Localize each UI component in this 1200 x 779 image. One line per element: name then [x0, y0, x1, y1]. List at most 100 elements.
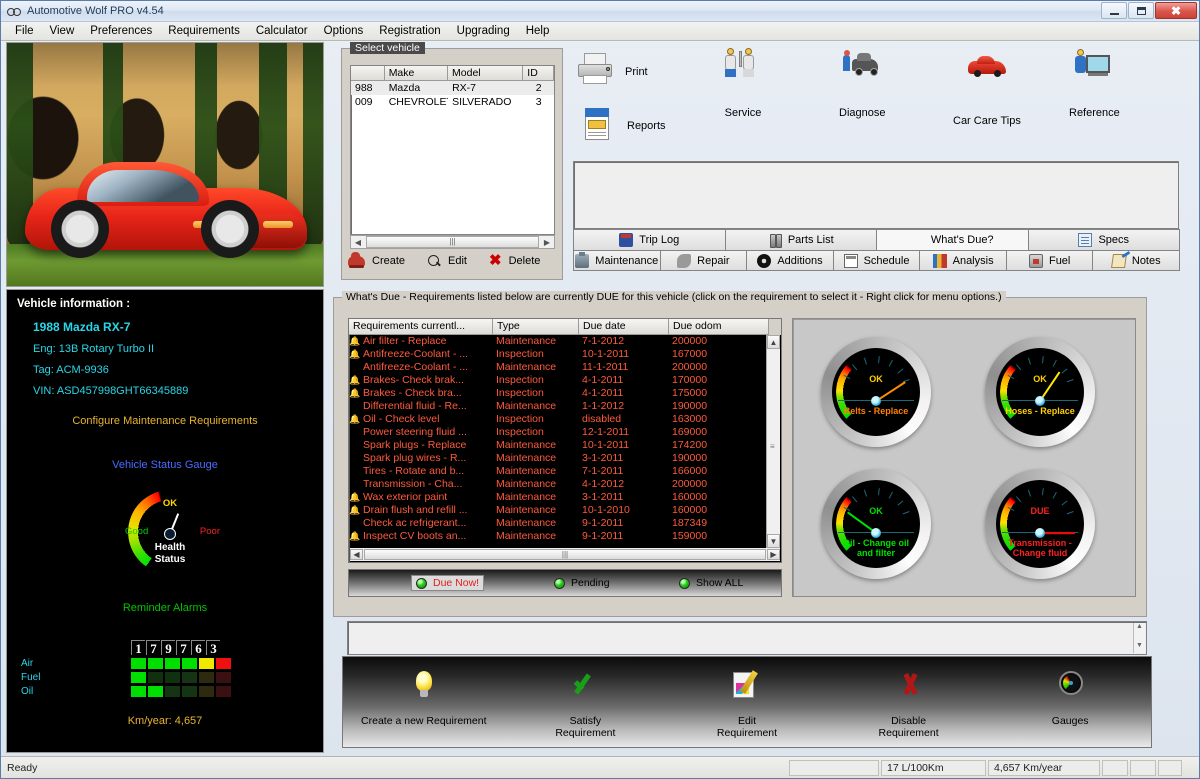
- vehicle-row[interactable]: 009CHEVROLETSILVERADO3: [351, 95, 554, 109]
- vehicle-col-make[interactable]: Make: [385, 66, 448, 81]
- tab-parts-list[interactable]: Parts List: [725, 229, 878, 251]
- notes-textarea[interactable]: ▲ ▼: [347, 621, 1147, 655]
- vehicle-list-grid[interactable]: Make Model ID 988MazdaRX-72009CHEVROLETS…: [350, 65, 555, 235]
- tab-specs[interactable]: Specs: [1028, 229, 1181, 251]
- filter-due-now[interactable]: Due Now!: [411, 575, 484, 591]
- menu-item-upgrading[interactable]: Upgrading: [449, 23, 518, 39]
- toolbar-reference[interactable]: Reference: [1069, 47, 1120, 119]
- tab-schedule[interactable]: Schedule: [833, 250, 921, 271]
- gauge-belts-replace[interactable]: OKBelts - Replace: [821, 337, 931, 447]
- tab-additions[interactable]: Additions: [746, 250, 834, 271]
- toolbar-service[interactable]: Service: [723, 47, 763, 119]
- scroll-up-icon[interactable]: ▲: [1134, 623, 1145, 634]
- filter-pending[interactable]: Pending: [554, 577, 610, 589]
- requirement-name: Oil - Check level: [360, 413, 493, 426]
- create-requirement-button[interactable]: Create a new Requirement: [343, 657, 505, 747]
- scroll-left-icon[interactable]: ◀: [350, 549, 363, 560]
- requirement-row[interactable]: Tires - Rotate and b...Maintenance7-1-20…: [349, 465, 781, 478]
- requirement-row[interactable]: 🔔Drain flush and refill ...Maintenance10…: [349, 504, 781, 517]
- scrollbar-grip[interactable]: ≡: [770, 442, 778, 450]
- gauge-label: Hoses - Replace: [996, 406, 1084, 416]
- vehicle-col-id[interactable]: ID: [523, 66, 554, 81]
- vehicle-col-year[interactable]: [351, 66, 385, 81]
- tab-fuel[interactable]: Fuel: [1006, 250, 1094, 271]
- gauge-transmission[interactable]: DUETransmission -Change fluid: [985, 469, 1095, 579]
- menu-item-calculator[interactable]: Calculator: [248, 23, 316, 39]
- create-vehicle-button[interactable]: Create: [348, 255, 405, 267]
- requirements-table[interactable]: Requirements currentl... Type Due date D…: [348, 318, 782, 563]
- scroll-right-icon[interactable]: ▶: [540, 238, 554, 247]
- requirement-row[interactable]: 🔔Inspect CV boots an...Maintenance9-1-20…: [349, 530, 781, 543]
- disable-requirement-button[interactable]: DisableRequirement: [828, 657, 990, 747]
- health-gauge-poor-label: Poor: [200, 526, 220, 537]
- toolbar-print[interactable]: Print: [575, 53, 648, 91]
- menu-item-requirements[interactable]: Requirements: [160, 23, 248, 39]
- tab-maintenance[interactable]: Maintenance: [573, 250, 661, 271]
- configure-maintenance-requirements-link[interactable]: Configure Maintenance Requirements: [7, 415, 323, 427]
- minimize-button[interactable]: [1101, 2, 1127, 19]
- reminder-alarm-bars: AirFuelOil: [131, 658, 231, 700]
- edit-requirement-button[interactable]: EditRequirement: [666, 657, 828, 747]
- gauge-hub: [871, 528, 881, 538]
- odometer-display: 179763: [131, 640, 220, 655]
- toolbar-reports[interactable]: Reports: [577, 107, 666, 145]
- red-sports-car-image: [25, 150, 307, 258]
- requirement-row[interactable]: Spark plug wires - R...Maintenance3-1-20…: [349, 452, 781, 465]
- toolbar-diagnose[interactable]: Diagnose: [839, 47, 885, 119]
- close-button[interactable]: ✖: [1155, 2, 1197, 19]
- req-col-name[interactable]: Requirements currentl...: [349, 319, 493, 335]
- scroll-left-icon[interactable]: ◀: [351, 238, 365, 247]
- scroll-up-icon[interactable]: ▲: [767, 335, 780, 349]
- resize-grip-icon[interactable]: [1183, 761, 1197, 775]
- edit-vehicle-button[interactable]: Edit: [427, 254, 467, 268]
- requirement-row[interactable]: 🔔Wax exterior paintMaintenance3-1-201116…: [349, 491, 781, 504]
- requirements-vscrollbar[interactable]: ▲ ≡ ▼: [766, 335, 780, 548]
- scrollbar-thumb[interactable]: |||: [364, 549, 766, 560]
- scrollbar-thumb[interactable]: |||: [366, 236, 539, 248]
- scroll-down-icon[interactable]: ▼: [767, 534, 780, 548]
- gauge-hoses-replace[interactable]: OKHoses - Replace: [985, 337, 1095, 447]
- gauge-oil-change-oil[interactable]: OKOil - Change oiland filter: [821, 469, 931, 579]
- gauges-button[interactable]: Gauges: [989, 657, 1151, 747]
- maximize-button[interactable]: [1128, 2, 1154, 19]
- tab-notes[interactable]: Notes: [1092, 250, 1180, 271]
- req-col-type[interactable]: Type: [493, 319, 579, 335]
- delete-vehicle-button[interactable]: ✖ Delete: [489, 255, 540, 267]
- menu-item-file[interactable]: File: [7, 23, 42, 39]
- requirement-row[interactable]: Power steering fluid ...Inspection12-1-2…: [349, 426, 781, 439]
- filter-show-all[interactable]: Show ALL: [679, 577, 743, 589]
- requirement-type: Maintenance: [493, 361, 579, 374]
- tab-analysis[interactable]: Analysis: [919, 250, 1007, 271]
- menu-item-options[interactable]: Options: [316, 23, 372, 39]
- tab-repair[interactable]: Repair: [660, 250, 748, 271]
- vin-value: ASD457998GHT66345889: [57, 385, 188, 397]
- requirement-row[interactable]: 🔔Air filter - ReplaceMaintenance7-1-2012…: [349, 335, 781, 348]
- scroll-down-icon[interactable]: ▼: [1134, 642, 1145, 653]
- requirement-row[interactable]: 🔔Antifreeze-Coolant - ...Inspection10-1-…: [349, 348, 781, 361]
- toolbar-car-care-tips[interactable]: Car Care Tips: [953, 49, 1021, 127]
- notes-vscrollbar[interactable]: ▲ ▼: [1133, 623, 1145, 653]
- requirement-row[interactable]: Antifreeze-Coolant - ...Maintenance11-1-…: [349, 361, 781, 374]
- menu-item-view[interactable]: View: [42, 23, 83, 39]
- requirement-row[interactable]: 🔔Oil - Check levelInspectiondisabled1630…: [349, 413, 781, 426]
- vehicle-name: 1988 Mazda RX-7: [7, 320, 323, 334]
- requirement-row[interactable]: Check ac refrigerant...Maintenance9-1-20…: [349, 517, 781, 530]
- requirements-hscrollbar[interactable]: ◀ ||| ▶: [350, 548, 780, 561]
- tab-trip-log[interactable]: Trip Log: [573, 229, 726, 251]
- requirement-row[interactable]: Differential fluid - Re...Maintenance1-1…: [349, 400, 781, 413]
- requirement-row[interactable]: 🔔Brakes - Check bra...Inspection4-1-2011…: [349, 387, 781, 400]
- scroll-right-icon[interactable]: ▶: [767, 549, 780, 560]
- tab-what-s-due[interactable]: What's Due?: [876, 229, 1029, 251]
- vehicle-row[interactable]: 988MazdaRX-72: [351, 81, 554, 95]
- requirement-row[interactable]: Spark plugs - ReplaceMaintenance10-1-201…: [349, 439, 781, 452]
- requirement-row[interactable]: Transmission - Cha...Maintenance4-1-2012…: [349, 478, 781, 491]
- menu-item-help[interactable]: Help: [518, 23, 558, 39]
- requirement-row[interactable]: 🔔Brakes- Check brak...Inspection4-1-2011…: [349, 374, 781, 387]
- req-col-due-odom[interactable]: Due odom: [669, 319, 769, 335]
- req-col-due-date[interactable]: Due date: [579, 319, 669, 335]
- satisfy-requirement-button[interactable]: SatisfyRequirement: [505, 657, 667, 747]
- vehicle-grid-hscrollbar[interactable]: ◀ ||| ▶: [350, 235, 555, 249]
- vehicle-col-model[interactable]: Model: [448, 66, 523, 81]
- menu-item-preferences[interactable]: Preferences: [82, 23, 160, 39]
- menu-item-registration[interactable]: Registration: [371, 23, 448, 39]
